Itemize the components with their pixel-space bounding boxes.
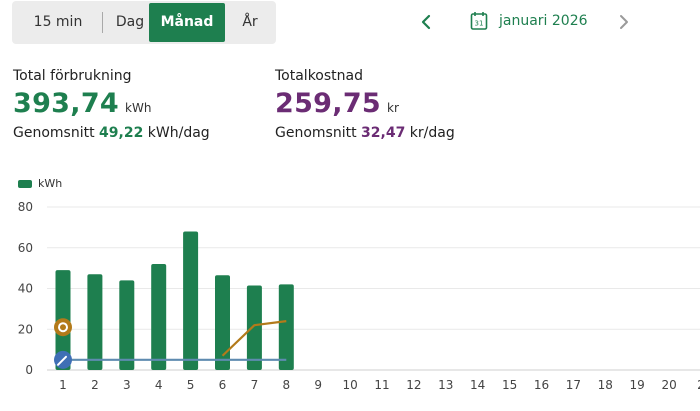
bar-day-2 <box>87 274 103 370</box>
x-tick-label: 13 <box>438 378 453 392</box>
x-tick-label: 4 <box>155 378 163 392</box>
x-tick-label: 14 <box>470 378 485 392</box>
bar-day-3 <box>119 280 135 370</box>
y-tick-label: 20 <box>18 322 33 336</box>
x-tick-label: 17 <box>566 378 581 392</box>
y-tick-label: 60 <box>18 241 33 255</box>
x-tick-label: 20 <box>661 378 676 392</box>
y-tick-label: 0 <box>25 363 33 377</box>
x-tick-label: 18 <box>598 378 613 392</box>
bar-day-7 <box>246 285 262 370</box>
x-tick-label: 3 <box>123 378 131 392</box>
x-tick-label: 16 <box>534 378 549 392</box>
x-tick-label: 2 <box>91 378 99 392</box>
bar-day-5 <box>183 231 199 370</box>
x-tick-label: 15 <box>502 378 517 392</box>
bar-day-6 <box>215 275 230 370</box>
y-tick-label: 80 <box>18 200 33 214</box>
bar-day-8 <box>278 284 294 370</box>
consumption-chart: 0204060801 2 3 4 5 6 7 8 9 10 11 12 13 14 15 16 17 18 19 20… <box>18 200 700 392</box>
x-tick-label: 5 <box>187 378 195 392</box>
temperature-icon <box>54 350 72 369</box>
bar-day-4 <box>151 264 167 370</box>
x-tick-label: 1 <box>59 378 67 392</box>
x-tick-label: 8 <box>282 378 290 392</box>
price-icon <box>54 318 72 337</box>
x-tick-label: 6 <box>219 378 227 392</box>
x-tick-label: 19 <box>630 378 645 392</box>
x-tick-label: 7 <box>251 378 259 392</box>
x-tick-label: 9 <box>314 378 322 392</box>
x-tick-label: 10 <box>342 378 357 392</box>
y-tick-label: 40 <box>18 282 33 296</box>
x-tick-label: 12 <box>406 378 421 392</box>
x-tick-label: 11 <box>374 378 389 392</box>
